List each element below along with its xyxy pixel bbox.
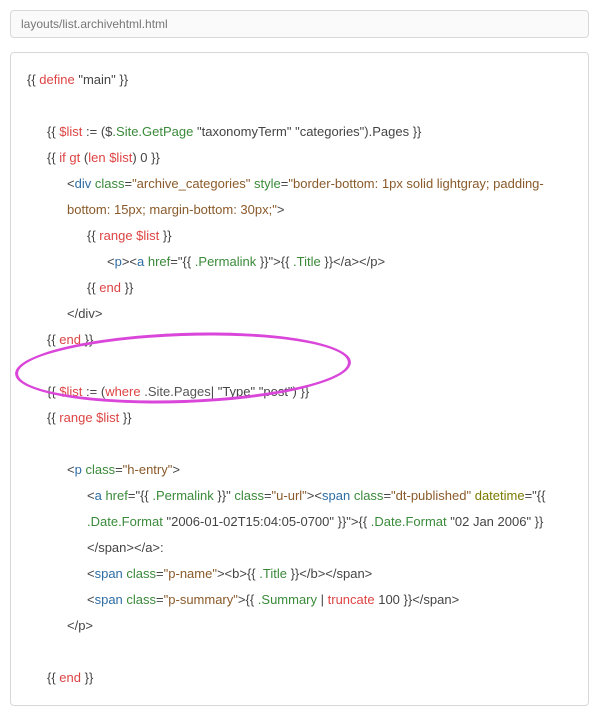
code-line: <p><a href="{{ .Permalink }}">{{ .Title …: [27, 249, 572, 275]
code-line: {{ end }}: [27, 275, 572, 301]
code-line: {{ end }}: [27, 327, 572, 353]
code-line: {{ $list := ($.Site.GetPage "taxonomyTer…: [27, 119, 572, 145]
code-line: [27, 431, 572, 457]
code-line: {{ end }}: [27, 665, 572, 691]
code-line: <span class="p-name"><b>{{ .Title }}</b>…: [27, 561, 572, 587]
code-line: [27, 93, 572, 119]
code-line: {{ $list := (where .Site.Pages| "Type" "…: [27, 379, 572, 405]
code-block: {{ define "main" }} {{ $list := ($.Site.…: [10, 52, 589, 706]
code-line: </div>: [27, 301, 572, 327]
code-line: <span class="p-summary">{{ .Summary | tr…: [27, 587, 572, 613]
code-line: {{ define "main" }}: [27, 67, 572, 93]
filename-bar: layouts/list.archivehtml.html: [10, 10, 589, 38]
filename-text: layouts/list.archivehtml.html: [21, 17, 168, 31]
code-line: <div class="archive_categories" style="b…: [27, 171, 572, 223]
code-line: {{ if gt (len $list) 0 }}: [27, 145, 572, 171]
code-line: {{ range $list }}: [27, 223, 572, 249]
code-line: <p class="h-entry">: [27, 457, 572, 483]
code-line: [27, 639, 572, 665]
code-line: <a href="{{ .Permalink }}" class="u-url"…: [27, 483, 572, 561]
code-line: [27, 353, 572, 379]
code-line: {{ range $list }}: [27, 405, 572, 431]
code-line: </p>: [27, 613, 572, 639]
